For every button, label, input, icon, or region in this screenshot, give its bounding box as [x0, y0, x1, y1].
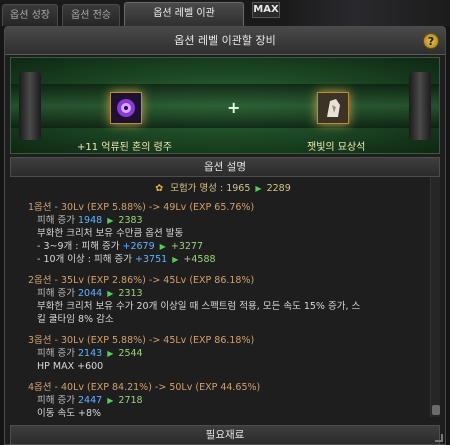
content-scrollbar[interactable] [430, 177, 440, 417]
option-4: 4옵션 - 40Lv (EXP 84.21%) -> 50Lv (EXP 44.… [28, 381, 430, 420]
banner-scroll-end-right [409, 72, 431, 140]
fame-old-value: 1965 [226, 183, 251, 194]
equipment-banner: + +11 억류된 혼의 령주 잿빛의 묘상석 [10, 57, 440, 154]
option-1-damage: 피해 증가 1948 ▶ 2383 [37, 215, 143, 226]
arrow-right-icon: ▶ [107, 349, 114, 358]
option-3-effect: HP MAX +600 [37, 361, 104, 372]
background-decoration [290, 0, 450, 26]
option-description-content: ✿ 모험가 명성 : 1965 ▶ 2289 1옵션 - 30Lv (EXP 5… [10, 177, 430, 420]
arrow-right-icon: ▶ [159, 242, 166, 251]
panel-title: 옵션 레벨 이관할 장비 [5, 27, 445, 55]
option-3-title: 3옵션 - 30Lv (EXP 5.88%) -> 45Lv (EXP 86.1… [28, 335, 255, 346]
option-1-sub1: - 3~9개 : 피해 증가 +2679 ▶ +3277 [37, 241, 203, 252]
tab-bar: 옵션 성장 옵션 전승 옵션 레벨 이관 MAX [0, 0, 450, 27]
target-item-name: 잿빛의 묘상석 [307, 142, 366, 153]
required-materials-title: 필요재료 [205, 429, 245, 441]
banner-scroll-end-left [19, 72, 41, 140]
option-1-effect: 부화한 크리처 보유 수만큼 옵션 발동 [37, 228, 184, 239]
option-3-damage: 피해 증가 2143 ▶ 2544 [37, 348, 143, 359]
adventurer-fame-row: ✿ 모험가 명성 : 1965 ▶ 2289 [16, 181, 430, 197]
fame-label: 모험가 명성 : [170, 183, 224, 194]
option-3: 3옵션 - 30Lv (EXP 5.88%) -> 45Lv (EXP 86.1… [28, 334, 430, 373]
source-item-name: +11 억류된 혼의 령주 [77, 142, 173, 153]
plus-icon: + [227, 98, 241, 117]
required-materials-header: 필요재료 [10, 425, 440, 445]
option-2-effect-line2: 킬 쿨타임 8% 감소 [37, 314, 114, 325]
option-2-effect-line1: 부화한 크리처 보유 수가 20개 이상일 때 스펙트럼 적용, 모든 속도 1… [37, 301, 361, 312]
max-badge: MAX [252, 2, 280, 18]
arrow-right-icon: ▶ [107, 289, 114, 298]
arrow-right-icon: ▶ [107, 216, 114, 225]
help-icon[interactable]: ? [423, 33, 439, 49]
arrow-right-icon: ▶ [255, 184, 262, 193]
option-2-title: 2옵션 - 35Lv (EXP 2.86%) -> 45Lv (EXP 86.1… [28, 275, 255, 286]
purple-gem-icon [111, 93, 141, 123]
fame-icon: ✿ [155, 183, 164, 194]
option-1: 1옵션 - 30Lv (EXP 5.88%) -> 49Lv (EXP 65.7… [28, 201, 430, 266]
target-item-slot[interactable] [317, 92, 349, 124]
option-4-title: 4옵션 - 40Lv (EXP 84.21%) -> 50Lv (EXP 44.… [28, 382, 261, 393]
tab-option-growth[interactable]: 옵션 성장 [2, 4, 58, 26]
option-4-effect: 이동 속도 +8% [37, 408, 102, 419]
option-2-damage: 피해 증가 2044 ▶ 2313 [37, 288, 143, 299]
resize-handle[interactable] [435, 434, 443, 442]
tab-option-level-transfer[interactable]: 옵션 레벨 이관 [124, 2, 244, 27]
option-1-sub2: - 10개 이상 : 피해 증가 +3751 ▶ +4588 [37, 254, 216, 265]
scrollbar-thumb[interactable] [432, 405, 440, 415]
panel-title-text: 옵션 레벨 이관할 장비 [174, 34, 276, 47]
option-description-title: 옵션 설명 [204, 161, 246, 173]
fame-new-value: 2289 [266, 183, 291, 194]
option-description-header: 옵션 설명 [10, 157, 440, 177]
stone-figure-icon [318, 93, 348, 123]
arrow-right-icon: ▶ [172, 255, 179, 264]
tab-option-inherit[interactable]: 옵션 전승 [62, 4, 120, 26]
option-1-title: 1옵션 - 30Lv (EXP 5.88%) -> 49Lv (EXP 65.7… [28, 202, 255, 213]
arrow-right-icon: ▶ [107, 396, 114, 405]
option-4-damage: 피해 증가 2447 ▶ 2718 [37, 395, 143, 406]
option-2: 2옵션 - 35Lv (EXP 2.86%) -> 45Lv (EXP 86.1… [28, 274, 430, 326]
transfer-panel: 옵션 레벨 이관할 장비 ? + +11 억류된 혼의 령주 잿빛의 묘상석 옵… [4, 26, 446, 445]
source-item-slot[interactable] [110, 92, 142, 124]
